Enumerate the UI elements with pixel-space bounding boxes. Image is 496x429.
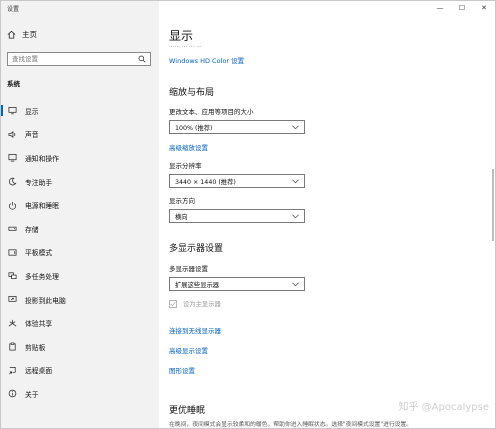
scale-dropdown[interactable]: 100% (推荐) (169, 120, 305, 134)
moon-icon (8, 177, 17, 186)
multi-display-dropdown[interactable]: 扩展这些显示器 (169, 277, 305, 291)
window-title: 设置 (7, 6, 20, 13)
remote-desktop-icon (8, 366, 17, 375)
search-icon (138, 55, 146, 63)
main-display-checkbox[interactable] (169, 299, 177, 308)
sidebar-item-label: 声音 (25, 131, 39, 140)
scale-layout-heading: 缩放与布局 (169, 88, 215, 98)
sidebar: 设置 主页 系统 显示 声音 通知和操作 专注 (1, 1, 159, 428)
window-controls: — ☐ ✕ (429, 1, 495, 15)
sidebar-item-sound[interactable]: 声音 (1, 123, 159, 147)
main-display-checkbox-label: 设为主显示器 (183, 301, 221, 308)
sidebar-item-power-sleep[interactable]: 电源和睡眠 (1, 193, 159, 217)
sidebar-item-shared-experiences[interactable]: 体验共享 (1, 311, 159, 335)
orientation-dropdown[interactable]: 横向 (169, 209, 305, 223)
wireless-display-link[interactable]: 连接到无线显示器 (169, 325, 221, 335)
sidebar-item-label: 关于 (25, 390, 39, 399)
sidebar-item-label: 平板模式 (25, 249, 53, 258)
sidebar-item-label: 专注助手 (25, 178, 53, 187)
home-label: 主页 (22, 30, 37, 39)
chevron-down-icon (292, 125, 299, 129)
share-icon (8, 319, 17, 328)
checkmark-icon (170, 301, 176, 306)
resolution-label: 显示分辨率 (169, 162, 202, 170)
main-content: 显示 …… … … … Windows HD Color 设置 缩放与布局 更改… (159, 1, 495, 428)
sidebar-item-label: 电源和睡眠 (25, 202, 59, 211)
minimize-button[interactable]: — (429, 1, 451, 15)
storage-icon (8, 224, 17, 233)
sidebar-item-label: 远程桌面 (25, 367, 53, 376)
section-label-system: 系统 (7, 80, 20, 88)
orientation-label: 显示方向 (169, 197, 195, 205)
cutoff-text: …… … … … (169, 43, 202, 49)
chevron-down-icon (292, 214, 299, 218)
sidebar-item-label: 显示 (25, 107, 39, 116)
search-input[interactable] (12, 55, 122, 63)
sidebar-item-label: 体验共享 (25, 320, 53, 329)
multi-display-heading: 多显示器设置 (169, 244, 224, 254)
search-box[interactable] (7, 52, 151, 66)
hd-color-settings-link[interactable]: Windows HD Color 设置 (169, 55, 244, 65)
sidebar-item-label: 剪贴板 (25, 343, 46, 352)
orientation-dropdown-value: 横向 (175, 213, 188, 221)
sidebar-item-remote-desktop[interactable]: 远程桌面 (1, 359, 159, 383)
close-button[interactable]: ✕ (473, 1, 495, 15)
tablet-icon (8, 248, 17, 257)
chevron-down-icon (292, 282, 299, 286)
multitask-icon (8, 271, 17, 280)
watermark: 知乎 @Apocalypse (398, 402, 489, 413)
home-link[interactable]: 主页 (7, 29, 37, 40)
sidebar-item-multitasking[interactable]: 多任务处理 (1, 264, 159, 288)
chevron-down-icon (292, 179, 299, 183)
sidebar-item-about[interactable]: 关于 (1, 382, 159, 406)
clipboard-icon (8, 342, 17, 351)
settings-window: 设置 主页 系统 显示 声音 通知和操作 专注 (0, 0, 496, 429)
multi-display-label: 多显示器设置 (169, 265, 208, 273)
sidebar-item-storage[interactable]: 存储 (1, 217, 159, 241)
speaker-icon (8, 130, 17, 139)
notification-icon (8, 153, 17, 162)
project-icon (8, 295, 17, 304)
sidebar-item-display[interactable]: 显示 (1, 99, 159, 123)
sidebar-item-project-to-pc[interactable]: 投影到此电脑 (1, 288, 159, 312)
sidebar-item-label: 存储 (25, 225, 39, 234)
graphics-settings-link[interactable]: 图形设置 (169, 365, 195, 375)
multi-display-dropdown-value: 扩展这些显示器 (175, 281, 220, 289)
monitor-icon (8, 106, 17, 115)
sidebar-item-label: 多任务处理 (25, 272, 59, 281)
maximize-button[interactable]: ☐ (451, 1, 473, 15)
page-title: 显示 (169, 29, 194, 43)
advanced-display-link[interactable]: 高级显示设置 (169, 345, 208, 355)
scale-label: 更改文本、应用等项目的大小 (169, 108, 254, 116)
sidebar-item-focus-assist[interactable]: 专注助手 (1, 170, 159, 194)
night-light-description: 在晚间，夜间模式会显示较柔和的暖色，帮助你进入睡眠状态。选择"夜间模式设置"进行… (169, 422, 413, 428)
better-sleep-heading: 更优睡眠 (169, 406, 206, 416)
sidebar-item-clipboard[interactable]: 剪贴板 (1, 335, 159, 359)
sidebar-item-label: 通知和操作 (25, 154, 59, 163)
scale-dropdown-value: 100% (推荐) (175, 124, 213, 132)
sidebar-nav: 显示 声音 通知和操作 专注助手 电源和睡眠 存储 平板模式 多任务处理 投影到… (1, 99, 159, 406)
power-icon (8, 201, 17, 210)
sidebar-item-label: 投影到此电脑 (25, 296, 66, 305)
info-icon (8, 389, 17, 398)
resolution-dropdown-value: 3440 × 1440 (推荐) (175, 178, 236, 186)
advanced-scaling-link[interactable]: 高级缩放设置 (169, 142, 208, 152)
main-display-checkbox-row[interactable]: 设为主显示器 (169, 299, 221, 308)
resolution-dropdown[interactable]: 3440 × 1440 (推荐) (169, 174, 305, 188)
scrollbar[interactable] (492, 169, 494, 241)
sidebar-item-tablet-mode[interactable]: 平板模式 (1, 241, 159, 265)
sidebar-item-notifications[interactable]: 通知和操作 (1, 146, 159, 170)
home-icon (7, 30, 16, 39)
